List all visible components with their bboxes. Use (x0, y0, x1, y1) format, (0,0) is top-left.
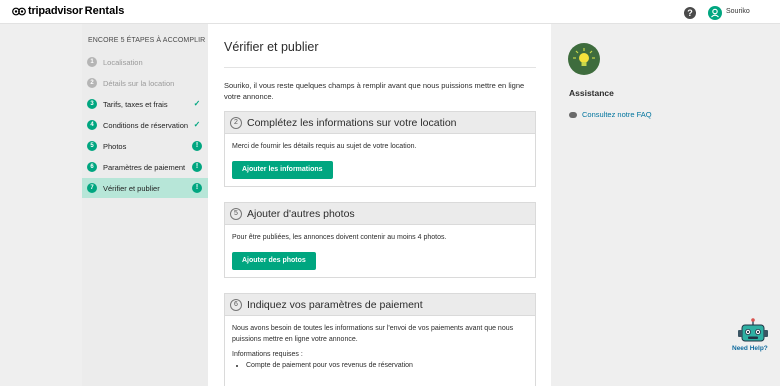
card-header: 2 Complétez les informations sur votre l… (225, 112, 535, 134)
step-label: Détails sur la location (103, 78, 175, 88)
faq-link[interactable]: Consultez notre FAQ (569, 110, 652, 119)
sidebar-step-verifier[interactable]: 7 Vérifier et publier ! (82, 178, 208, 198)
add-information-button[interactable]: Ajouter les informations (232, 160, 333, 179)
sidebar-step-paiement[interactable]: 6 Paramètres de paiement ! (82, 157, 208, 177)
sidebar-step-conditions[interactable]: 4 Conditions de réservation ✓ (82, 115, 208, 135)
checkmark-icon: ✓ (193, 99, 201, 108)
step-label: Photos (103, 141, 127, 151)
card-header: 6 Indiquez vos paramètres de paiement (225, 294, 535, 316)
card-body: Merci de fournir les détails requis au s… (225, 134, 535, 179)
step-number: 6 (87, 162, 97, 172)
intro-text: Souriko, il vous reste quelques champs à… (224, 81, 525, 101)
card-details: 2 Complétez les informations sur votre l… (224, 111, 536, 187)
step-label: Vérifier et publier (103, 183, 160, 193)
sidebar-step-tarifs[interactable]: 3 Tarifs, taxes et frais ✓ (82, 94, 208, 114)
main-panel: Vérifier et publier Souriko, il vous res… (208, 24, 551, 386)
alert-icon: ! (192, 183, 202, 193)
required-info-list: Compte de paiement pour vos revenus de r… (246, 361, 528, 372)
step-label: Localisation (103, 57, 143, 67)
card-text: Nous avons besoin de toutes les informat… (232, 325, 514, 343)
card-step-number: 5 (230, 207, 242, 220)
card-payment: 6 Indiquez vos paramètres de paiement No… (224, 293, 536, 386)
faq-link-label: Consultez notre FAQ (582, 110, 652, 119)
step-number: 5 (87, 141, 97, 151)
add-photos-button[interactable]: Ajouter des photos (232, 251, 316, 270)
required-info-item: Compte de paiement pour vos revenus de r… (246, 361, 528, 372)
user-icon (711, 8, 719, 18)
card-body: Pour être publiées, les annonces doivent… (225, 225, 535, 270)
step-label: Paramètres de paiement (103, 162, 186, 172)
page-title: Vérifier et publier (224, 40, 319, 54)
need-help-label[interactable]: Need Help? (732, 345, 768, 352)
sidebar-step-localisation[interactable]: 1 Localisation (82, 52, 208, 72)
alert-icon: ! (192, 162, 202, 172)
step-number: 3 (87, 99, 97, 109)
top-bar: tripadvisor Rentals ? Souriko (0, 0, 780, 24)
brand-suffix: Rentals (84, 5, 125, 17)
step-label: Tarifs, taxes et frais (103, 99, 168, 109)
card-title: Ajouter d'autres photos (247, 207, 355, 220)
step-label: Conditions de réservation (103, 120, 189, 130)
assistance-title: Assistance (569, 88, 614, 98)
checkmark-icon: ✓ (193, 120, 201, 129)
steps-remaining-heading: ENCORE 5 ÉTAPES À ACCOMPLIR (88, 37, 206, 44)
card-photos: 5 Ajouter d'autres photos Pour être publ… (224, 202, 536, 278)
step-number: 4 (87, 120, 97, 130)
username[interactable]: Souriko (726, 8, 750, 15)
sidebar-step-details[interactable]: 2 Détails sur la location (82, 73, 208, 93)
card-title: Indiquez vos paramètres de paiement (247, 298, 423, 311)
tripadvisor-logo[interactable]: tripadvisor Rentals (12, 5, 124, 17)
card-title: Complétez les informations sur votre loc… (247, 116, 457, 129)
steps-sidebar: ENCORE 5 ÉTAPES À ACCOMPLIR 1 Localisati… (82, 24, 208, 386)
title-divider (224, 67, 536, 68)
brand-name: tripadvisor (28, 5, 83, 17)
card-text: Merci de fournir les détails requis au s… (232, 143, 417, 150)
owl-eyes-icon (12, 7, 26, 15)
chat-bubble-icon (569, 111, 577, 118)
alert-icon: ! (192, 141, 202, 151)
help-icon[interactable]: ? (684, 7, 696, 19)
lightbulb-icon (568, 43, 600, 75)
card-text: Pour être publiées, les annonces doivent… (232, 234, 447, 241)
step-number: 2 (87, 78, 97, 88)
step-number: 7 (87, 183, 97, 193)
sidebar-step-photos[interactable]: 5 Photos ! (82, 136, 208, 156)
card-step-number: 2 (230, 116, 242, 129)
required-info-label: Informations requises : (232, 351, 303, 358)
card-body: Nous avons besoin de toutes les informat… (225, 316, 535, 371)
step-number: 1 (87, 57, 97, 67)
card-step-number: 6 (230, 298, 242, 311)
card-header: 5 Ajouter d'autres photos (225, 203, 535, 225)
user-avatar[interactable] (708, 6, 722, 20)
